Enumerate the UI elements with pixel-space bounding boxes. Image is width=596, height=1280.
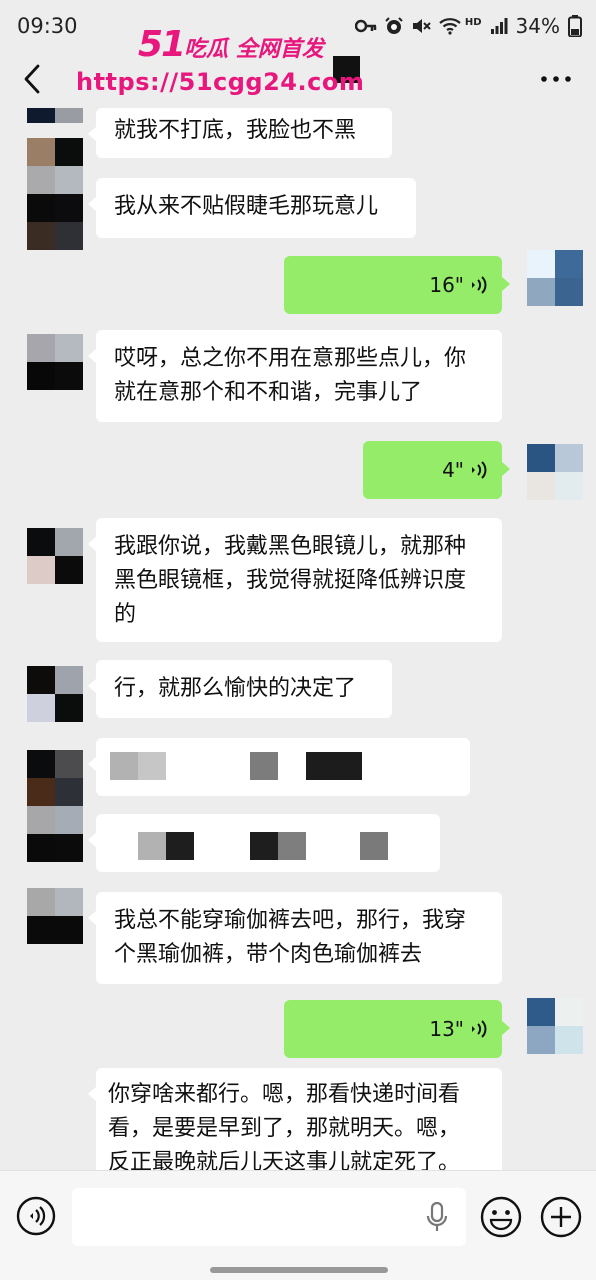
chat-message-list[interactable]: 就我不打底，我脸也不黑 我从来不贴假睫毛那玩意儿 16" 哎呀，总之你不用在意那… [0, 108, 596, 1170]
redacted-content [138, 832, 398, 860]
wifi-icon [439, 18, 461, 35]
message-bubble[interactable]: 我跟你说，我戴黑色眼镜儿，就那种 黑色眼镜框，我觉得就挺降低辨识度 的 [88, 518, 502, 642]
message-text: 我从来不贴假睫毛那玩意儿 [114, 194, 379, 219]
voice-wave-icon [472, 276, 487, 294]
message-text: 就在意那个和不和谐，完事儿了 [114, 380, 423, 405]
status-icons: HD 34% [354, 14, 582, 38]
message-text: 我总不能穿瑜伽裤去吧，那行，我穿 [114, 908, 467, 933]
battery-icon [568, 15, 582, 37]
contact-avatar[interactable] [27, 138, 83, 194]
contact-avatar[interactable] [27, 334, 83, 390]
battery-percent: 34% [515, 14, 560, 38]
message-input[interactable] [72, 1188, 466, 1246]
contact-avatar[interactable] [27, 888, 83, 944]
voice-message-bubble[interactable]: 16" [284, 256, 510, 314]
message-bubble[interactable]: 就我不打底，我脸也不黑 [88, 108, 392, 158]
emoji-icon[interactable] [480, 1196, 522, 1238]
watermark: 51吃瓜 全网首发 https://51cgg24.com [70, 24, 364, 104]
chevron-left-icon[interactable] [18, 62, 48, 96]
mute-icon [412, 19, 431, 33]
message-text: 黑色眼镜框，我觉得就挺降低辨识度 [114, 568, 467, 593]
contact-avatar[interactable] [27, 108, 83, 138]
voice-message-bubble[interactable]: 4" [363, 441, 510, 499]
contact-avatar[interactable] [27, 194, 83, 250]
message-text: 哎呀，总之你不用在意那些点儿，你 [114, 346, 467, 371]
microphone-icon[interactable] [426, 1201, 448, 1233]
user-avatar[interactable] [527, 250, 583, 306]
message-text: 的 [114, 602, 137, 627]
message-text: 反正最晚就后儿天这事儿就定死了。 [108, 1150, 461, 1170]
watermark-url: https://51cgg24.com [76, 68, 365, 96]
voice-duration: 13" [429, 1017, 464, 1041]
redacted-content [110, 752, 440, 780]
ellipsis-icon[interactable] [538, 64, 574, 94]
message-text: 看，是要是早到了，那就明天。嗯， [108, 1116, 461, 1141]
message-text: 个黑瑜伽裤，带个肉色瑜伽裤去 [114, 942, 423, 967]
contact-avatar[interactable] [27, 806, 83, 862]
contact-avatar[interactable] [27, 750, 83, 806]
message-bubble[interactable]: 你穿啥来都行。嗯，那看快递时间看 看，是要是早到了，那就明天。嗯， 反正最晚就后… [88, 1068, 502, 1170]
user-avatar[interactable] [527, 444, 583, 500]
message-text: 你穿啥来都行。嗯，那看快递时间看 [108, 1082, 461, 1107]
contact-avatar[interactable] [27, 528, 83, 584]
redacted-message-bubble[interactable] [88, 738, 470, 796]
redacted-message-bubble[interactable] [88, 814, 440, 872]
alarm-icon [385, 17, 403, 34]
message-bubble[interactable]: 行，就那么愉快的决定了 [88, 660, 392, 718]
message-bubble[interactable]: 我从来不贴假睫毛那玩意儿 [88, 178, 416, 238]
hd-badge: HD [464, 16, 482, 28]
message-text: 行，就那么愉快的决定了 [114, 676, 357, 701]
contact-avatar[interactable] [27, 666, 83, 722]
voice-toggle-icon[interactable] [16, 1196, 56, 1236]
plus-icon[interactable] [540, 1196, 582, 1238]
user-avatar[interactable] [527, 998, 583, 1054]
message-input-bar [0, 1170, 596, 1280]
voice-message-bubble[interactable]: 13" [284, 1000, 510, 1058]
home-indicator[interactable] [210, 1267, 388, 1273]
voice-wave-icon [472, 1020, 487, 1038]
message-text: 我跟你说，我戴黑色眼镜儿，就那种 [114, 534, 467, 559]
message-text: 就我不打底，我脸也不黑 [114, 118, 357, 143]
key-icon [354, 19, 377, 33]
status-time: 09:30 [17, 14, 78, 38]
voice-duration: 16" [429, 273, 464, 297]
message-bubble[interactable]: 我总不能穿瑜伽裤去吧，那行，我穿 个黑瑜伽裤，带个肉色瑜伽裤去 [88, 892, 502, 984]
voice-duration: 4" [442, 458, 464, 482]
signal-icon [490, 18, 508, 34]
voice-wave-icon [472, 461, 487, 479]
watermark-brand: 51吃瓜 全网首发 [138, 24, 324, 65]
message-bubble[interactable]: 哎呀，总之你不用在意那些点儿，你 就在意那个和不和谐，完事儿了 [88, 330, 502, 422]
